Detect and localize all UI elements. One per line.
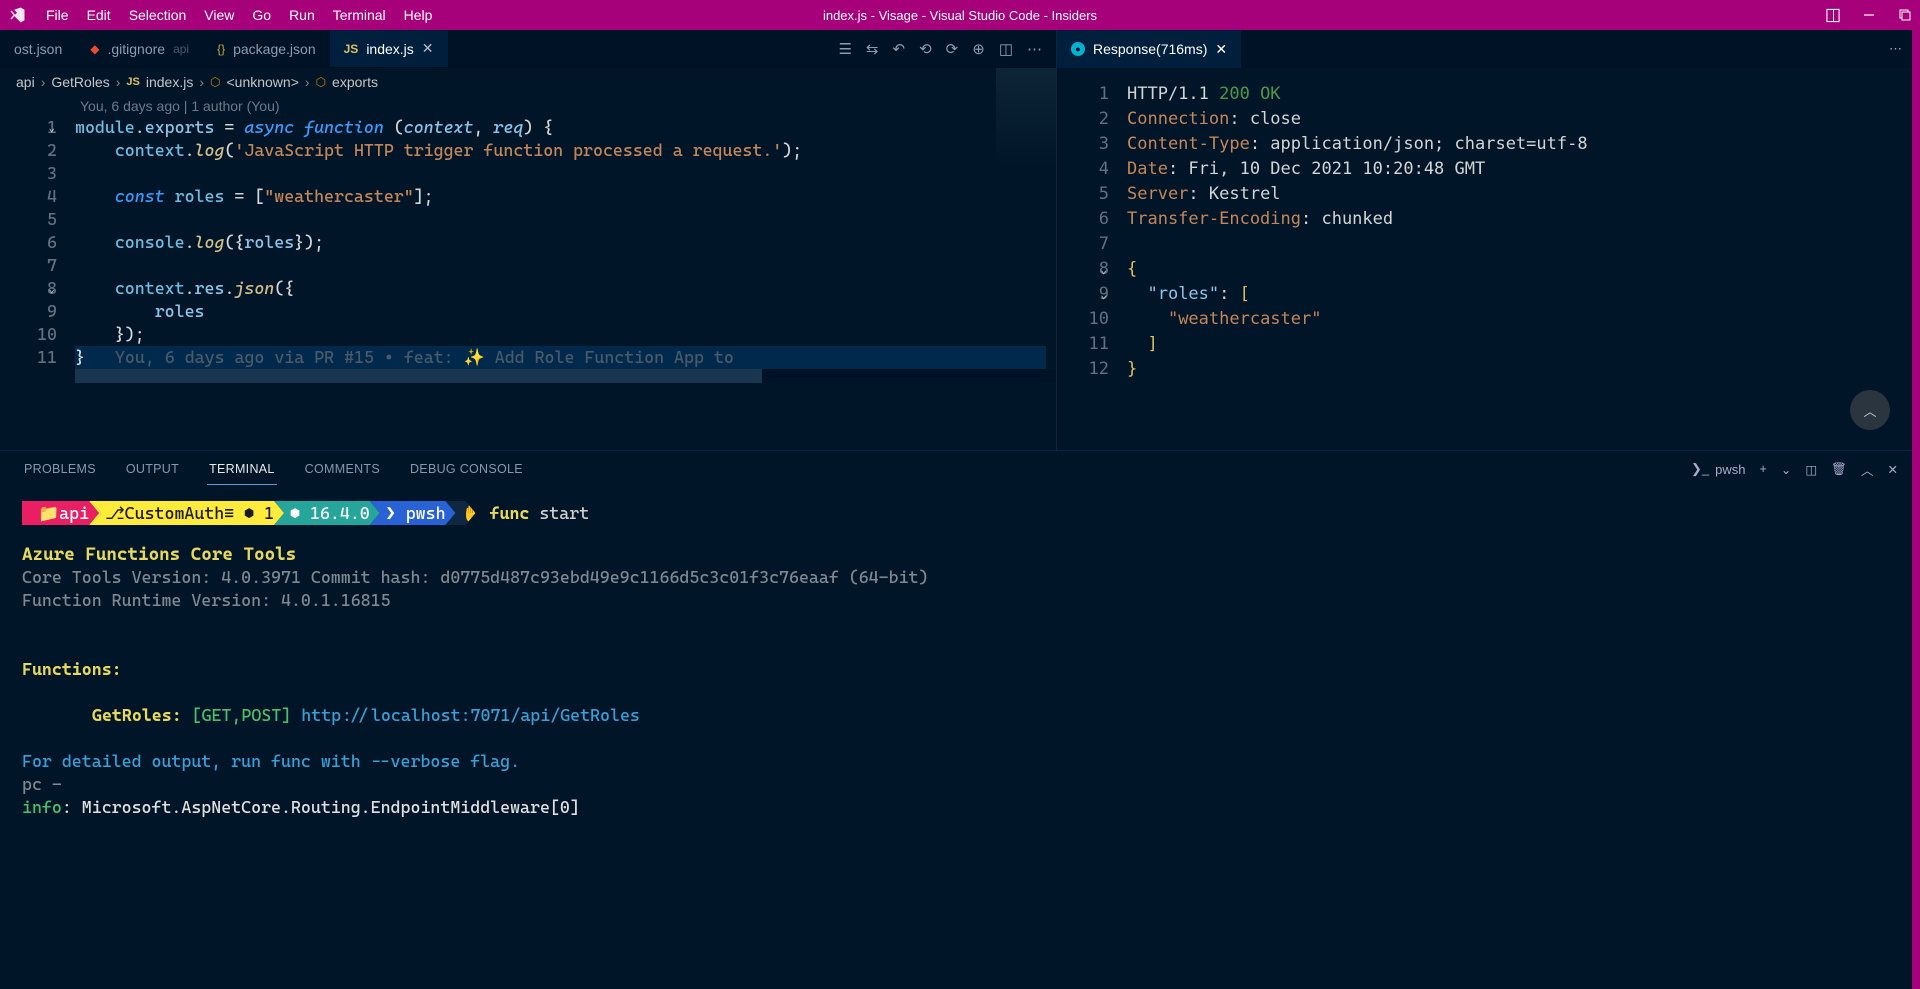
window-title: index.js - Visage - Visual Studio Code -… [823,8,1097,23]
response-tab-label: Response(716ms) [1093,41,1207,57]
tab-package-json[interactable]: {}package.json [203,30,330,67]
response-pane: ● Response(716ms) ✕ ⋯ 12345678⌄9⌄101112 … [1056,30,1920,450]
titlebar: FileEditSelectionViewGoRunTerminalHelp i… [0,0,1920,30]
prompt-segment-folder: 📁 api [22,501,99,525]
terminal-output: Functions: [22,658,1898,681]
git-compare-icon[interactable]: ⇆ [866,40,879,58]
menu-bar: FileEditSelectionViewGoRunTerminalHelp [38,3,440,27]
git-blame-annotation: You, 6 days ago via PR #15 • feat: ✨ Add… [85,347,744,367]
symbol-icon: ⬡ [316,75,326,89]
menu-edit[interactable]: Edit [79,3,119,27]
terminal-command-arg: start [539,503,589,523]
menu-file[interactable]: File [38,3,77,27]
step-back-icon[interactable]: ↶ [893,40,906,58]
code-lens[interactable]: You, 6 days ago | 1 author (You) [0,96,1056,116]
terminal-output: : Microsoft.AspNetCore.Routing.EndpointM… [62,797,580,817]
split-terminal-icon[interactable]: ◫ [1805,462,1817,477]
terminal-function-url: http://localhost:7071/api/GetRoles [301,705,640,725]
panel-layout-icon[interactable] [1826,8,1840,22]
maximize-icon[interactable] [1898,8,1912,22]
horizontal-scrollbar[interactable] [75,369,1056,383]
terminal-function-methods: [GET,POST] [192,705,292,725]
panel-tab-debug-console[interactable]: DEBUG CONSOLE [408,454,525,484]
code-editor[interactable]: 1⌄2345678⌄91011 module.exports = async f… [0,116,1056,369]
close-icon[interactable]: ✕ [422,40,434,57]
terminal-output: Azure Functions Core Tools [22,543,1898,566]
breadcrumb-symbol[interactable]: <unknown> [226,74,298,90]
editor-pane: ost.json◆.gitignoreapi{}package.jsonJSin… [0,30,1056,450]
terminal-shell-selector[interactable]: ❯_ pwsh [1691,461,1745,477]
close-panel-icon[interactable]: ✕ [1888,462,1898,477]
maximize-panel-icon[interactable]: ︿ [1861,460,1874,479]
minimize-icon[interactable] [1862,8,1876,22]
kill-terminal-icon[interactable]: 🗑 [1831,462,1847,477]
bottom-panel: PROBLEMS OUTPUT TERMINAL COMMENTS DEBUG CONS… [0,450,1920,989]
new-terminal-icon[interactable]: + [1760,462,1767,476]
panel-tab-output[interactable]: OUTPUT [124,454,181,484]
close-icon[interactable]: ✕ [1215,41,1227,58]
terminal-output: info [22,797,62,817]
menu-help[interactable]: Help [396,3,441,27]
terminal-function-name: GetRoles: [92,705,182,725]
json-icon: {} [217,42,225,56]
menu-selection[interactable]: Selection [121,3,195,27]
tab--gitignore[interactable]: ◆.gitignoreapi [76,30,203,67]
tab-ost-json[interactable]: ost.json [0,30,76,67]
panel-tab-problems[interactable]: PROBLEMS [22,454,98,484]
terminal-output: For detailed output, run func with --ver… [22,750,1898,773]
menu-run[interactable]: Run [281,3,323,27]
breadcrumb-file[interactable]: index.js [146,74,193,90]
terminal-prompt: 📁 api ⎇ CustomAuth ≡ ⬢ 1 ⬢ 16.4.0 ❯ pwsh… [22,501,1898,525]
response-body[interactable]: 12345678⌄9⌄101112 HTTP/1.1 200 OKConnect… [1057,68,1920,382]
response-tab[interactable]: ● Response(716ms) ✕ [1057,30,1241,68]
git-icon: ◆ [90,42,99,56]
panel-tab-terminal[interactable]: TERMINAL [207,454,277,485]
terminal-output: Function Runtime Version: 4.0.1.16815 [22,589,1898,612]
menu-view[interactable]: View [196,3,242,27]
panel-tab-comments[interactable]: COMMENTS [303,454,382,484]
minimap[interactable] [996,68,1056,168]
redo-icon[interactable]: ⟳ [946,40,959,58]
scroll-to-top-button[interactable]: ︿ [1850,390,1890,430]
vscode-logo-icon [8,6,26,24]
terminal[interactable]: 📁 api ⎇ CustomAuth ≡ ⬢ 1 ⬢ 16.4.0 ❯ pwsh… [0,487,1920,833]
split-editor-icon[interactable]: ◫ [999,40,1013,58]
right-accent-strip [1912,30,1920,989]
breadcrumb-toggle-icon[interactable]: ☰ [838,40,851,58]
breadcrumb-part[interactable]: api [16,74,35,90]
terminal-output: Core Tools Version: 4.0.3971 Commit hash… [22,566,1898,589]
prompt-segment-shell: ❯ pwsh [370,501,456,525]
breadcrumb-part[interactable]: GetRoles [51,74,109,90]
tab-index-js[interactable]: JSindex.js✕ [330,30,448,67]
panel-tabs: PROBLEMS OUTPUT TERMINAL COMMENTS DEBUG CONS… [0,451,1920,487]
js-icon: JS [344,42,359,56]
breadcrumb-symbol[interactable]: exports [332,74,378,90]
response-status-icon: ● [1071,42,1085,56]
terminal-output: pc - [22,773,1898,796]
terminal-icon: ❯_ [1691,461,1709,477]
prompt-segment-node: ⬢ 16.4.0 [274,501,380,525]
editor-tabs: ost.json◆.gitignoreapi{}package.jsonJSin… [0,30,1056,68]
terminal-dropdown-icon[interactable]: ⌄ [1781,462,1791,477]
editor-actions: ☰ ⇆ ↶ ⟲ ⟳ ⊕ ◫ ⋯ [824,30,1056,67]
terminal-command: func [490,503,530,523]
symbol-icon: ⬡ [210,75,220,89]
undo-icon[interactable]: ⟲ [919,40,932,58]
prompt-segment-branch: ⎇ CustomAuth ≡ ⬢ 1 [89,501,284,525]
run-icon[interactable]: ⊕ [972,40,985,58]
breadcrumb[interactable]: api› GetRoles› JS index.js› ⬡ <unknown>›… [0,68,1056,96]
menu-go[interactable]: Go [244,3,279,27]
menu-terminal[interactable]: Terminal [325,3,394,27]
more-actions-icon[interactable]: ⋯ [1027,40,1042,58]
